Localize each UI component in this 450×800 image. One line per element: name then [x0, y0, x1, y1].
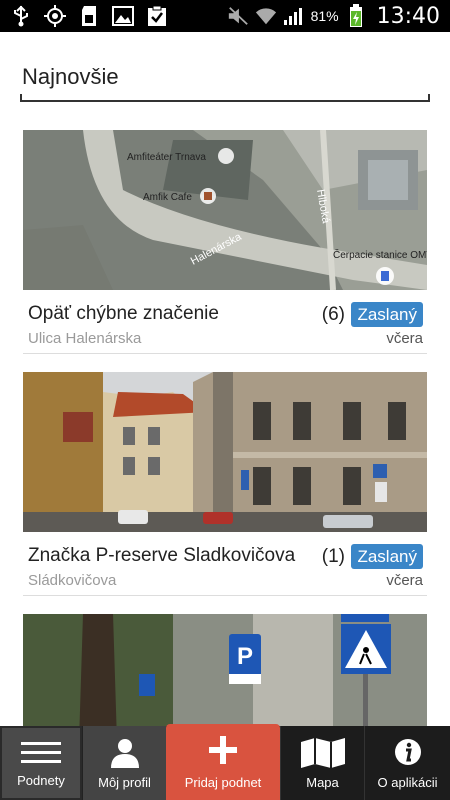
status-bar: 81% 13:40 — [0, 0, 450, 32]
report-title: Opäť chýbne značenie — [28, 303, 219, 324]
tab-profil[interactable]: Môj profil — [82, 726, 166, 800]
report-title: Značka P-reserve Sladkovičova — [28, 545, 296, 566]
add-report-button[interactable]: Pridaj podnet — [166, 724, 280, 800]
tab-label: Podnety — [17, 773, 65, 788]
report-photo-map: Amfiteáter Trnava Amfik Cafe Halenárska … — [23, 130, 427, 290]
svg-text:P: P — [237, 643, 253, 670]
battery-percent: 81% — [310, 8, 339, 24]
tab-podnety[interactable]: Podnety — [0, 726, 82, 800]
report-card[interactable]: P — [23, 614, 427, 726]
clipboard-icon — [146, 5, 168, 27]
map-label: Amfik Cafe — [143, 192, 192, 203]
page-title: Najnovšie — [22, 64, 119, 89]
tab-mapa[interactable]: Mapa — [280, 726, 364, 800]
tab-label: Môj profil — [98, 775, 151, 790]
report-photo-signs: P — [23, 614, 427, 726]
wifi-icon — [255, 5, 277, 27]
map-label: Čerpacie stanice OMV — [333, 248, 427, 261]
sd-card-icon — [78, 5, 100, 27]
report-feed[interactable]: Amfiteáter Trnava Amfik Cafe Halenárska … — [0, 130, 450, 726]
clock: 13:40 — [376, 3, 440, 29]
tab-label: O aplikácii — [377, 775, 438, 790]
usb-icon — [10, 5, 32, 27]
tab-label: Mapa — [306, 775, 339, 790]
report-location: Sládkovičova — [28, 572, 117, 589]
battery-icon — [345, 4, 367, 27]
report-card[interactable]: Amfiteáter Trnava Amfik Cafe Halenárska … — [23, 130, 427, 354]
comment-count: (6) — [321, 304, 345, 325]
image-icon — [112, 5, 134, 27]
report-info: Opäť chýbne značenie (6) Zaslaný Ulica H… — [23, 290, 427, 354]
signal-icon — [283, 5, 305, 27]
gps-icon — [44, 5, 66, 27]
report-card[interactable]: Značka P-reserve Sladkovičova (1) Zaslan… — [23, 372, 427, 596]
status-badge: Zaslaný — [351, 544, 423, 569]
tab-label: Pridaj podnet — [184, 775, 262, 790]
section-header: Najnovšie — [20, 32, 430, 102]
map-label: Amfiteáter Trnava — [127, 152, 206, 163]
report-photo-street — [23, 372, 427, 532]
bottom-tab-bar: Podnety Môj profil Pridaj podnet Mapa O … — [0, 724, 450, 800]
plus-icon — [209, 736, 237, 767]
comment-count: (1) — [321, 546, 345, 567]
report-location: Ulica Halenárska — [28, 330, 142, 347]
list-icon — [21, 740, 61, 769]
report-time: včera — [386, 572, 423, 589]
map-icon — [300, 738, 346, 771]
mute-icon — [227, 5, 249, 27]
status-badge: Zaslaný — [351, 302, 423, 327]
person-icon — [109, 738, 141, 771]
tab-o-aplikacii[interactable]: O aplikácii — [364, 726, 450, 800]
info-icon — [394, 738, 422, 769]
report-info: Značka P-reserve Sladkovičova (1) Zaslan… — [23, 532, 427, 596]
report-time: včera — [386, 330, 423, 347]
